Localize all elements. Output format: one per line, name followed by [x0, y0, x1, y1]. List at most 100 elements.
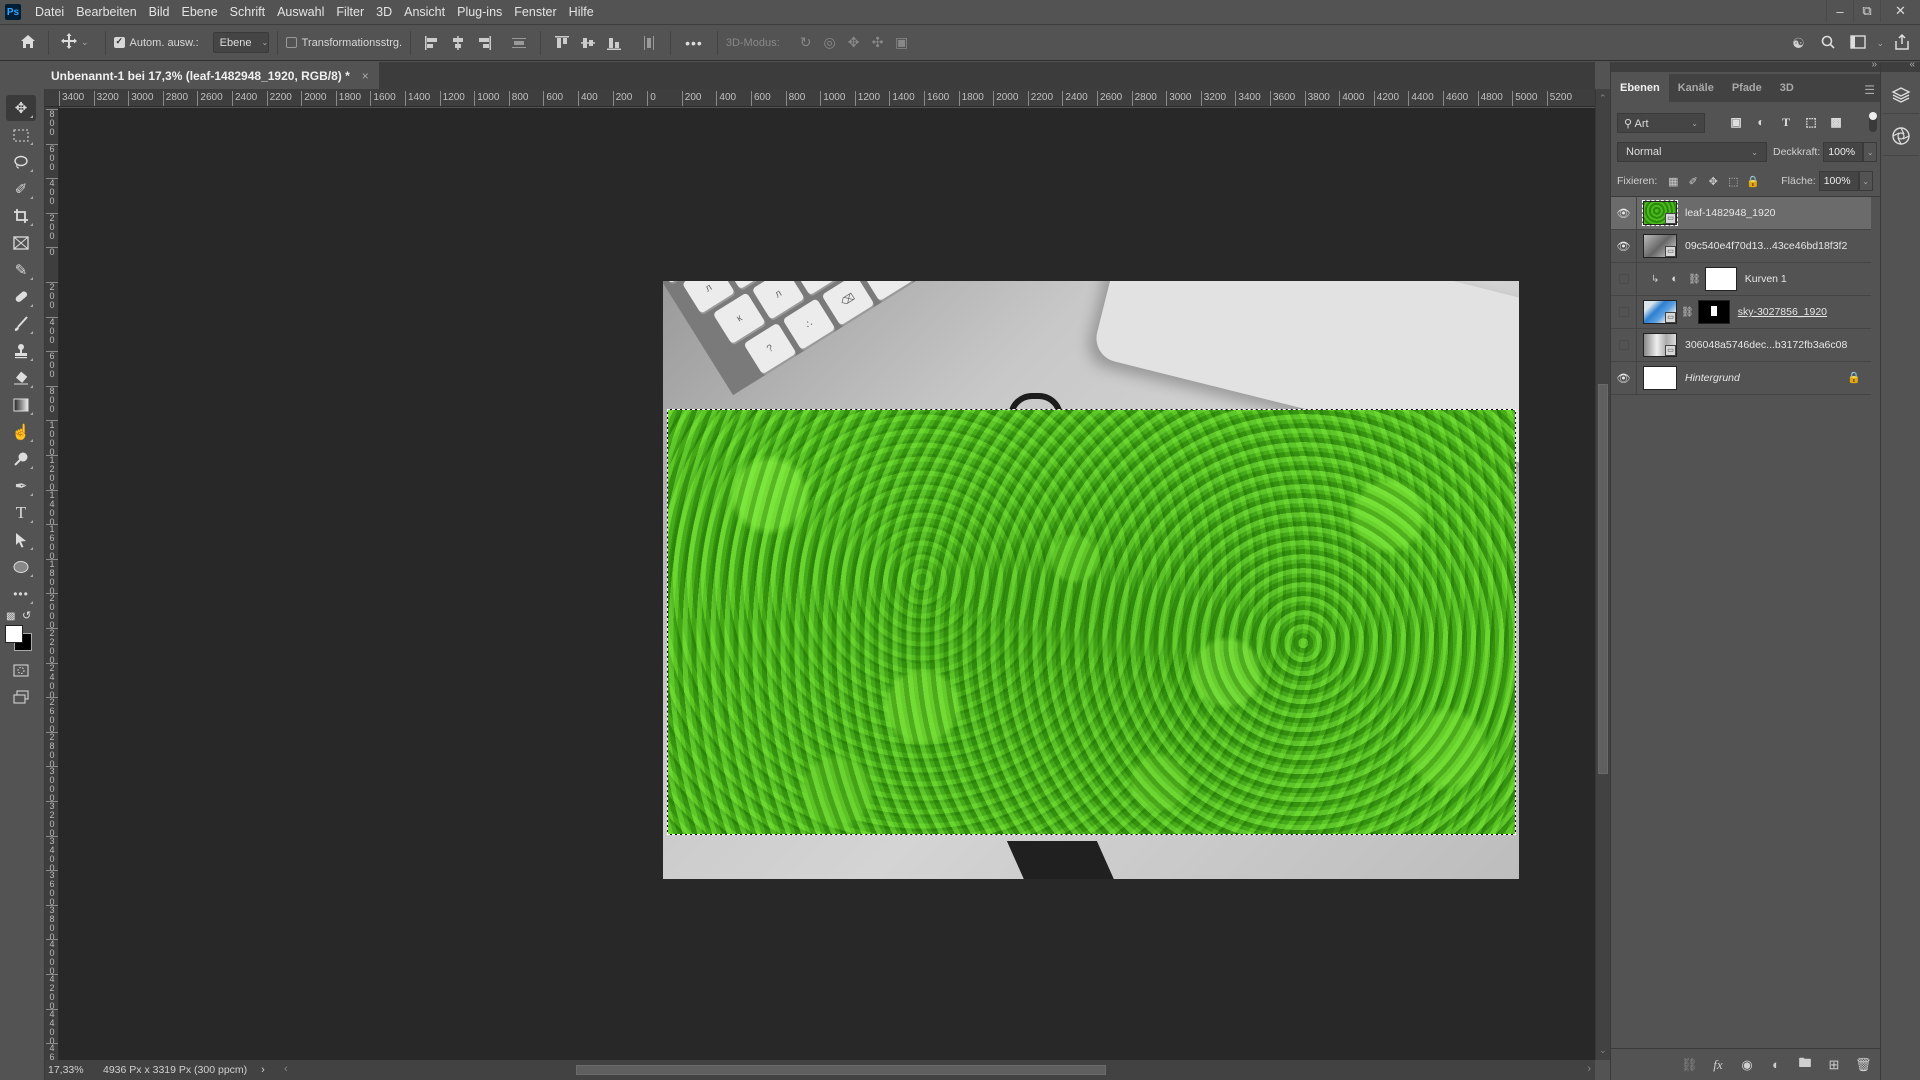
3d-orbit-icon[interactable]: ↻ — [794, 34, 818, 51]
type-tool-icon[interactable]: T — [6, 500, 36, 526]
layers-panel-icon[interactable] — [1883, 74, 1919, 114]
workspace-icon[interactable] — [1846, 34, 1870, 52]
scroll-right-icon[interactable]: › — [1587, 1063, 1591, 1075]
scroll-up-icon[interactable]: ⌃ — [1599, 93, 1607, 104]
auto-select-checkbox[interactable]: Autom. ausw.: — [113, 36, 199, 49]
canvas-area[interactable]: ж?∴⌫ющолдбшгьткл<?юбж?∴⌫ющол — [59, 108, 1595, 1060]
visibility-eye-icon[interactable]: 👁 — [1611, 229, 1637, 263]
filter-smart-object-icon[interactable]: ▩ — [1827, 115, 1845, 131]
close-tab-button[interactable]: × — [362, 69, 369, 83]
menu-ebene[interactable]: Ebene — [176, 0, 224, 25]
layer-mask-thumbnail[interactable] — [1697, 300, 1730, 324]
lock-image-pixels-icon[interactable]: ✐ — [1683, 175, 1703, 188]
dodge-tool-icon[interactable] — [6, 446, 36, 472]
new-group-folder-icon[interactable]: 🖿 — [1797, 1054, 1813, 1076]
tab-kanaele[interactable]: Kanäle — [1669, 74, 1723, 102]
tab-ebenen[interactable]: Ebenen — [1611, 74, 1669, 102]
link-layers-icon[interactable]: ⛓ — [1681, 1057, 1698, 1073]
align-vertical-center-icon[interactable] — [580, 35, 596, 51]
search-icon[interactable] — [1816, 35, 1840, 52]
blend-mode-select[interactable]: Normal ⌄ — [1617, 142, 1767, 162]
horizontal-scroll-thumb[interactable] — [576, 1065, 1106, 1075]
gradient-tool-icon[interactable] — [6, 392, 36, 418]
more-options-button[interactable]: ••• — [685, 35, 703, 51]
tab-pfade[interactable]: Pfade — [1723, 74, 1771, 102]
frame-tool-icon[interactable] — [6, 230, 36, 256]
link-chain-icon[interactable]: ⛓ — [1688, 274, 1701, 285]
layer-row[interactable]: ↳ ◐ ⛓ Kurven 1 — [1611, 262, 1871, 296]
lock-transparent-pixels-icon[interactable]: ▦ — [1663, 175, 1683, 188]
fill-input[interactable]: 100% — [1818, 171, 1859, 191]
auto-select-target-dropdown[interactable]: Ebene ⌄ — [212, 32, 269, 53]
horizontal-scrollbar[interactable]: ‹ › — [280, 1060, 1595, 1080]
lock-artboard-icon[interactable]: ⬚ — [1723, 175, 1743, 188]
align-horizontal-center-icon[interactable] — [450, 35, 466, 51]
3d-pan-icon[interactable]: ✥ — [842, 34, 866, 51]
checkbox-icon[interactable] — [285, 37, 297, 48]
collapse-icon[interactable]: » — [1871, 59, 1877, 70]
visibility-eye-icon[interactable]: 👁 — [1611, 196, 1637, 230]
rectangular-marquee-tool-icon[interactable] — [6, 122, 36, 148]
clover-layer-selection[interactable] — [667, 409, 1516, 835]
visibility-toggle[interactable] — [1611, 295, 1637, 329]
pen-tool-icon[interactable]: ✒ — [6, 473, 36, 499]
opacity-dropdown-icon[interactable]: ⌄ — [1863, 142, 1878, 162]
layer-name[interactable]: 09c540e4f70d13...43ce46bd18f3f2 — [1685, 240, 1847, 252]
align-bottom-icon[interactable] — [606, 35, 622, 51]
add-mask-icon[interactable]: ◉ — [1739, 1057, 1755, 1073]
layer-name[interactable]: leaf-1482948_1920 — [1685, 207, 1776, 219]
3d-roll-icon[interactable]: ◎ — [818, 34, 842, 51]
foreground-color-swatch[interactable] — [5, 625, 23, 643]
3d-camera-icon[interactable]: ▣ — [890, 34, 914, 51]
tab-3d[interactable]: 3D — [1771, 74, 1803, 102]
minimize-button[interactable]: – — [1826, 0, 1853, 22]
scroll-down-icon[interactable]: ⌄ — [1599, 1045, 1607, 1056]
checkbox-icon[interactable] — [113, 36, 125, 48]
swap-colors-icon[interactable]: ↺ — [22, 609, 31, 622]
menu-bearbeiten[interactable]: Bearbeiten — [70, 0, 142, 25]
layer-name[interactable]: Kurven 1 — [1745, 273, 1787, 285]
filter-toggle-switch[interactable] — [1869, 112, 1877, 132]
layer-row[interactable]: 👁 ▭ leaf-1482948_1920 — [1611, 196, 1871, 230]
lock-position-icon[interactable]: ✥ — [1703, 175, 1723, 188]
menu-hilfe[interactable]: Hilfe — [563, 0, 600, 25]
menu-ansicht[interactable]: Ansicht — [398, 0, 451, 25]
healing-brush-tool-icon[interactable] — [6, 284, 36, 310]
path-selection-tool-icon[interactable] — [6, 527, 36, 553]
move-tool-icon[interactable]: ✥ — [6, 95, 36, 121]
transform-controls-checkbox[interactable]: Transformationsstrg. — [285, 37, 402, 49]
align-right-icon[interactable] — [476, 35, 492, 51]
horizontal-ruler[interactable]: 3400 3200 3000 2800 2600 2400 2200 2000 1800 1600… — [45, 89, 1595, 107]
new-layer-icon[interactable]: ⊞ — [1826, 1057, 1842, 1073]
menu-3d[interactable]: 3D — [370, 0, 398, 25]
visibility-toggle[interactable] — [1611, 262, 1637, 296]
filter-shape-icon[interactable]: ⬚ — [1802, 115, 1820, 131]
filter-type-icon[interactable]: T — [1777, 115, 1795, 131]
chevron-down-icon[interactable]: ⌄ — [1876, 38, 1884, 49]
share-icon[interactable] — [1890, 33, 1914, 53]
document-tab[interactable]: Unbenannt-1 bei 17,3% (leaf-1482948_1920… — [45, 62, 379, 89]
menu-auswahl[interactable]: Auswahl — [271, 0, 330, 25]
move-tool-icon[interactable] — [57, 33, 81, 52]
3d-slide-icon[interactable]: ✣ — [866, 34, 890, 51]
layer-name[interactable]: 306048a5746dec...b3172fb3a6c08 — [1685, 339, 1847, 351]
filter-adjustment-icon[interactable]: ◐ — [1752, 115, 1770, 131]
layer-row[interactable]: 👁 Hintergrund 🔒 — [1611, 361, 1871, 395]
edit-toolbar-icon[interactable]: ••• — [6, 581, 36, 607]
smudge-tool-icon[interactable]: ☝ — [6, 419, 36, 445]
crop-tool-icon[interactable] — [6, 203, 36, 229]
distribute-horizontal-icon[interactable] — [641, 35, 657, 51]
fill-dropdown-icon[interactable]: ⌄ — [1858, 171, 1873, 191]
delete-layer-trash-icon[interactable]: 🗑 — [1855, 1057, 1872, 1073]
eyedropper-tool-icon[interactable]: ✎ — [6, 257, 36, 283]
filter-pixel-icon[interactable]: ▣ — [1727, 115, 1745, 131]
visibility-toggle[interactable] — [1611, 328, 1637, 362]
libraries-panel-icon[interactable] — [1883, 116, 1919, 156]
panel-collapse-bar[interactable]: » — [1611, 59, 1881, 72]
align-left-icon[interactable] — [424, 35, 440, 51]
learn-icon[interactable]: ☯ — [1786, 35, 1810, 52]
quick-mask-icon[interactable] — [6, 657, 36, 683]
menu-schrift[interactable]: Schrift — [224, 0, 271, 25]
brush-tool-icon[interactable] — [6, 311, 36, 337]
restore-button[interactable]: ⧉ — [1853, 0, 1880, 22]
